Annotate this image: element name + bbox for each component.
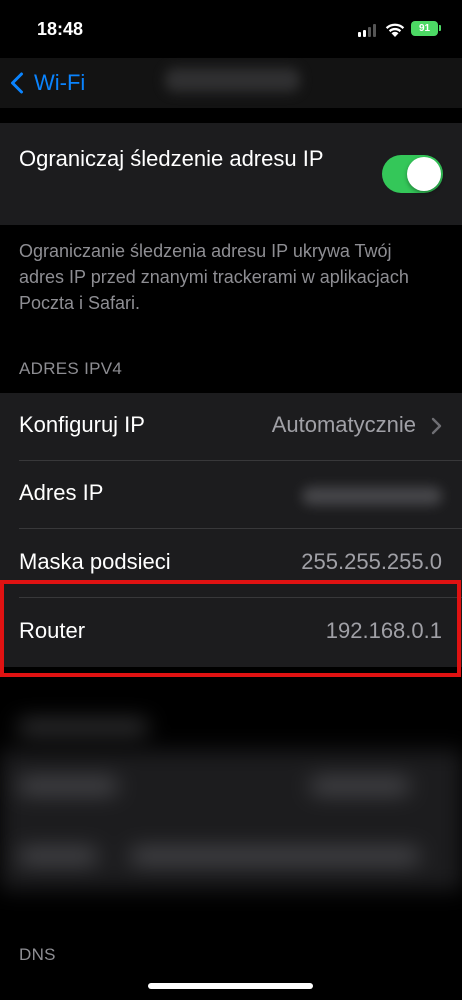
toggle-knob xyxy=(407,157,441,191)
redacted-section xyxy=(0,690,462,920)
dns-section-header: DNS xyxy=(19,945,56,964)
ip-address-value-redacted xyxy=(302,487,442,505)
router-highlight-box xyxy=(0,580,461,677)
limit-ip-tracking-label: Ograniczaj śledzenie adresu IP xyxy=(19,146,324,171)
ip-address-label: Adres IP xyxy=(19,480,104,505)
status-bar: 18:48 91 xyxy=(0,0,462,58)
redacted-header xyxy=(18,720,148,734)
subnet-mask-value: 255.255.255.0 xyxy=(301,549,442,574)
back-button[interactable]: Wi-Fi xyxy=(10,66,85,100)
cellular-signal-icon xyxy=(358,24,378,37)
row-divider xyxy=(19,528,462,529)
limit-ip-tracking-toggle[interactable] xyxy=(382,155,443,193)
wifi-icon xyxy=(385,23,405,37)
chevron-right-icon xyxy=(431,417,442,435)
status-time: 18:48 xyxy=(37,19,84,39)
network-name-redacted xyxy=(165,68,300,92)
subnet-mask-label: Maska podsieci xyxy=(19,549,171,574)
configure-ip-label: Konfiguruj IP xyxy=(19,412,145,437)
redacted-cell-group xyxy=(0,750,462,890)
ip-address-row: Adres IP xyxy=(0,461,462,529)
limit-ip-tracking-footer: Ograniczanie śledzenia adresu IP ukrywa … xyxy=(19,241,409,313)
battery-tip xyxy=(439,25,441,31)
configure-ip-row[interactable]: Konfiguruj IP Automatycznie xyxy=(0,393,462,461)
configure-ip-value: Automatycznie xyxy=(271,412,416,437)
back-label: Wi-Fi xyxy=(34,70,86,95)
chevron-left-icon xyxy=(11,72,23,94)
ipv4-section-header: ADRES IPV4 xyxy=(19,359,123,378)
battery-percentage: 91 xyxy=(418,23,431,34)
home-indicator[interactable] xyxy=(148,983,313,989)
battery-charging-icon: 91 xyxy=(411,21,438,36)
